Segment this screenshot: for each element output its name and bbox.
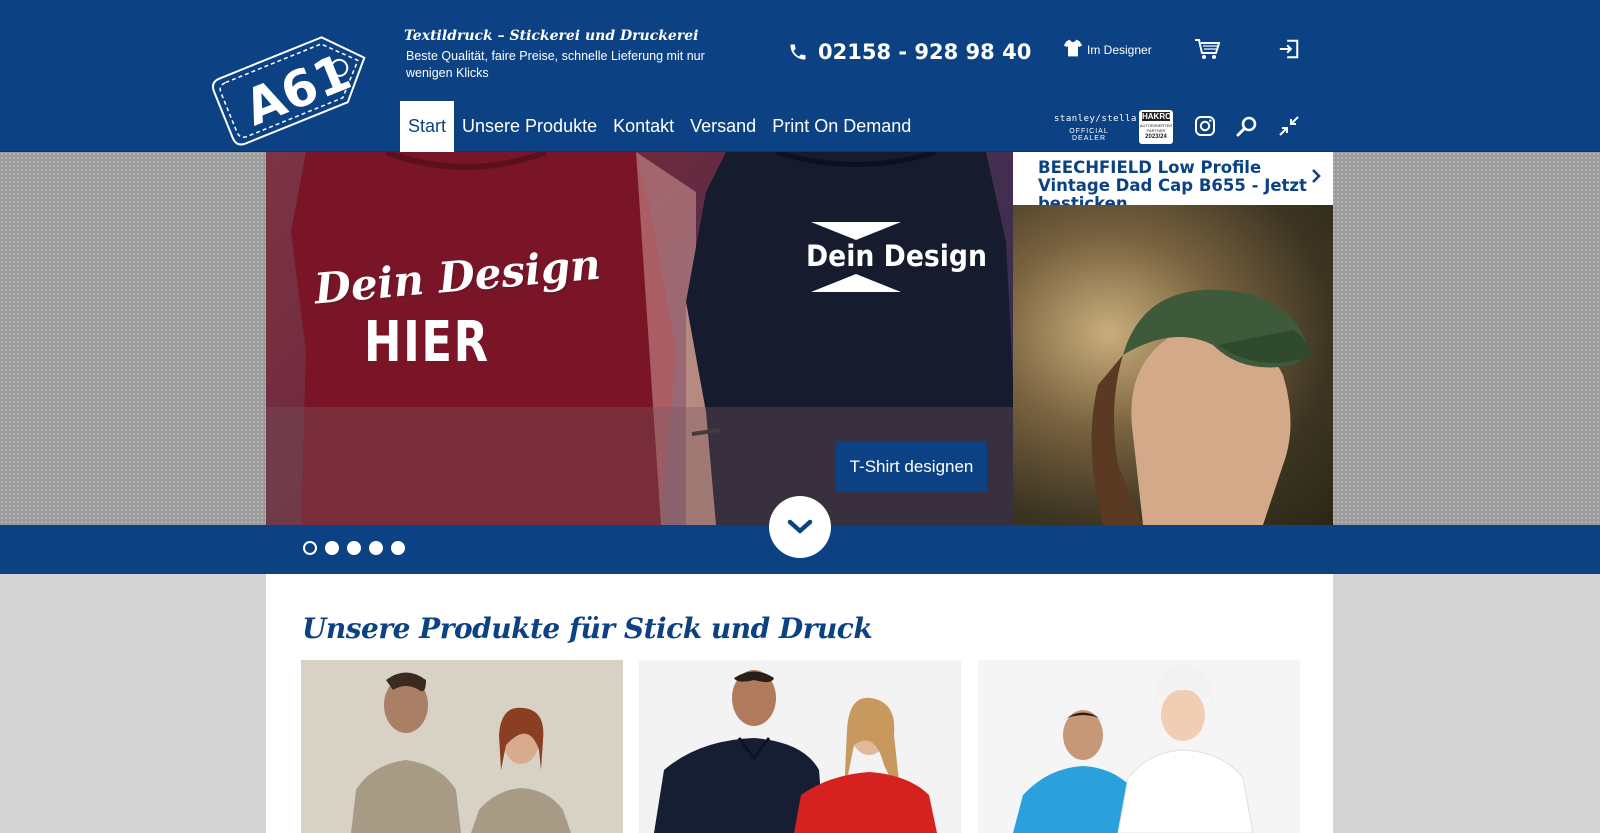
- main-nav: Start Unsere Produkte Kontakt Versand Pr…: [400, 101, 919, 152]
- slider-dot-3[interactable]: [347, 541, 361, 555]
- hakro-year: 2023/24: [1145, 134, 1167, 140]
- design-sans-text: Dein Design: [806, 239, 988, 273]
- dealer-brand: stanley/stella: [1054, 114, 1137, 124]
- collapse-icon[interactable]: [1277, 114, 1301, 138]
- design-hier-text: HIER: [364, 310, 490, 375]
- hero-slider[interactable]: Dein Design HIER Dein Design T-Shirt des…: [266, 152, 1014, 525]
- stanley-stella-badge[interactable]: stanley/stella OFFICIAL DEALER: [1054, 114, 1137, 142]
- tagline: Textildruck – Stickerei und Druckerei Be…: [404, 28, 714, 82]
- dealer-label: OFFICIAL DEALER: [1069, 128, 1109, 142]
- section-title: Unsere Produkte für Stick und Druck: [302, 612, 873, 645]
- nav-item-versand[interactable]: Versand: [682, 101, 764, 152]
- instagram-icon[interactable]: [1193, 114, 1217, 138]
- featured-product-panel[interactable]: BEECHFIELD Low Profile Vintage Dad Cap B…: [1013, 152, 1333, 525]
- main-content: Unsere Produkte für Stick und Druck: [266, 574, 1333, 833]
- polo-models-image: [654, 670, 937, 833]
- nav-item-kontakt[interactable]: Kontakt: [605, 101, 682, 152]
- hakro-small: AUTORISIERTER PARTNER: [1139, 123, 1173, 133]
- cart-icon: [1195, 39, 1221, 59]
- phone-icon: [790, 44, 806, 60]
- tagline-subtitle: Beste Qualität, faire Preise, schnelle L…: [406, 49, 705, 80]
- phone-number: 02158 - 928 98 40: [818, 40, 1032, 64]
- product-card-hoodies[interactable]: [978, 660, 1300, 833]
- slider-dot-5[interactable]: [391, 541, 405, 555]
- chevron-down-icon: [787, 519, 813, 534]
- slider-dot-2[interactable]: [325, 541, 339, 555]
- hakro-brand: HAKRO: [1142, 112, 1172, 121]
- tshirt-design-button[interactable]: T-Shirt designen: [836, 441, 987, 492]
- nav-item-start[interactable]: Start: [400, 101, 455, 152]
- cap-model-image: [1013, 205, 1333, 525]
- site-header: A61 Textildruck – Stickerei und Druckere…: [0, 0, 1600, 152]
- slider-dot-4[interactable]: [369, 541, 383, 555]
- scroll-down-button[interactable]: [769, 496, 831, 558]
- nav-item-unsere-produkte[interactable]: Unsere Produkte: [454, 101, 605, 152]
- login-button[interactable]: [1278, 38, 1300, 64]
- hoodie-models-image: [1013, 665, 1254, 833]
- cart-button[interactable]: [1194, 38, 1221, 64]
- tagline-title: Textildruck – Stickerei und Druckerei: [404, 28, 699, 44]
- slider-dot-1[interactable]: [303, 541, 317, 555]
- designer-label: Im Designer: [1087, 43, 1152, 57]
- search-icon[interactable]: [1235, 114, 1259, 138]
- tshirt-icon: [1063, 39, 1083, 57]
- phone-link[interactable]: 02158 - 928 98 40: [788, 40, 1031, 64]
- product-card-tshirts[interactable]: [301, 660, 623, 833]
- chevron-right-icon: [1312, 169, 1321, 183]
- hakro-badge[interactable]: HAKRO AUTORISIERTER PARTNER 2023/24: [1139, 110, 1173, 144]
- featured-product-link[interactable]: BEECHFIELD Low Profile Vintage Dad Cap B…: [1013, 152, 1333, 213]
- designer-link[interactable]: Im Designer: [1063, 38, 1152, 58]
- a61-logo[interactable]: A61: [198, 14, 386, 160]
- slider-dots: [303, 541, 405, 555]
- nav-item-print-on-demand[interactable]: Print On Demand: [764, 101, 919, 152]
- product-card-polos[interactable]: [639, 660, 961, 833]
- tshirt-models-image: [351, 672, 571, 833]
- login-icon: [1279, 39, 1299, 59]
